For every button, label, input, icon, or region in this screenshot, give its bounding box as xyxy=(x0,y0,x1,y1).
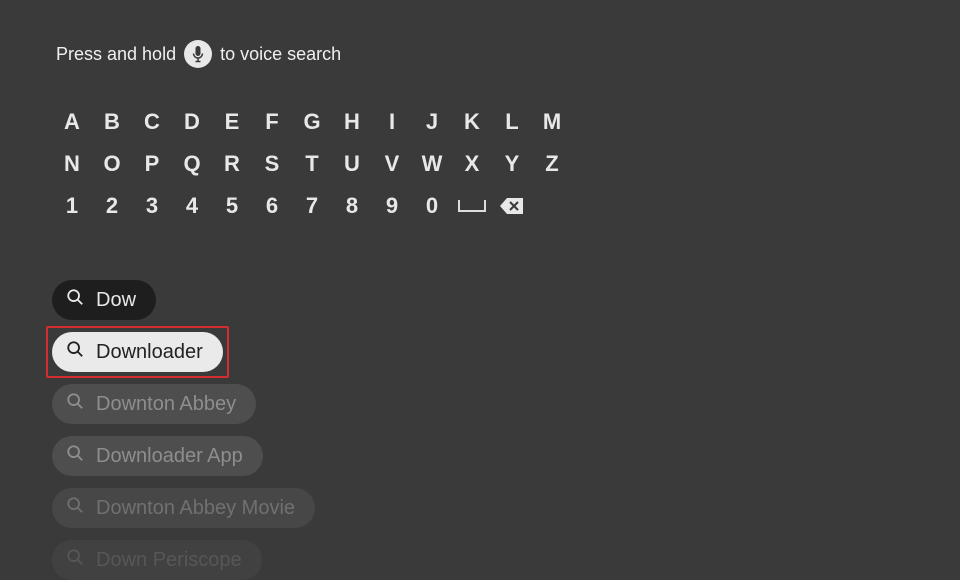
key-4[interactable]: 4 xyxy=(172,188,212,224)
search-query-typed[interactable]: Dow xyxy=(52,280,156,320)
key-b[interactable]: B xyxy=(92,104,132,140)
key-backspace[interactable] xyxy=(492,188,532,224)
voice-hint-suffix: to voice search xyxy=(220,44,341,65)
suggestion-item[interactable]: Down Periscope xyxy=(52,540,262,580)
suggestion-label: Downloader xyxy=(96,341,203,364)
key-m[interactable]: M xyxy=(532,104,572,140)
key-9[interactable]: 9 xyxy=(372,188,412,224)
key-j[interactable]: J xyxy=(412,104,452,140)
key-e[interactable]: E xyxy=(212,104,252,140)
key-space[interactable] xyxy=(452,188,492,224)
key-n[interactable]: N xyxy=(52,146,92,182)
key-q[interactable]: Q xyxy=(172,146,212,182)
search-icon xyxy=(66,548,84,572)
search-icon xyxy=(66,288,84,312)
suggestion-label: Downloader App xyxy=(96,445,243,468)
suggestion-item[interactable]: Downloader App xyxy=(52,436,263,476)
key-c[interactable]: C xyxy=(132,104,172,140)
key-0[interactable]: 0 xyxy=(412,188,452,224)
key-s[interactable]: S xyxy=(252,146,292,182)
key-g[interactable]: G xyxy=(292,104,332,140)
key-y[interactable]: Y xyxy=(492,146,532,182)
key-6[interactable]: 6 xyxy=(252,188,292,224)
keyboard-row-letters-2: NOPQRSTUVWXYZ xyxy=(52,146,960,182)
suggestion-label: Dow xyxy=(96,289,136,312)
microphone-icon xyxy=(184,40,212,68)
key-3[interactable]: 3 xyxy=(132,188,172,224)
key-t[interactable]: T xyxy=(292,146,332,182)
suggestion-label: Downton Abbey xyxy=(96,393,236,416)
keyboard-row-letters-1: ABCDEFGHIJKLM xyxy=(52,104,960,140)
key-o[interactable]: O xyxy=(92,146,132,182)
key-8[interactable]: 8 xyxy=(332,188,372,224)
keyboard-row-numbers: 1234567890 xyxy=(52,188,960,224)
key-a[interactable]: A xyxy=(52,104,92,140)
key-2[interactable]: 2 xyxy=(92,188,132,224)
suggestion-item[interactable]: Downton Abbey Movie xyxy=(52,488,315,528)
key-u[interactable]: U xyxy=(332,146,372,182)
search-icon xyxy=(66,392,84,416)
key-w[interactable]: W xyxy=(412,146,452,182)
search-icon xyxy=(66,340,84,364)
search-suggestions: Dow Downloader Downton Abbey Downloader App… xyxy=(0,230,960,580)
key-1[interactable]: 1 xyxy=(52,188,92,224)
key-h[interactable]: H xyxy=(332,104,372,140)
key-l[interactable]: L xyxy=(492,104,532,140)
suggestion-item[interactable]: Downloader xyxy=(52,332,223,372)
key-7[interactable]: 7 xyxy=(292,188,332,224)
search-icon xyxy=(66,496,84,520)
key-r[interactable]: R xyxy=(212,146,252,182)
key-f[interactable]: F xyxy=(252,104,292,140)
onscreen-keyboard: ABCDEFGHIJKLM NOPQRSTUVWXYZ 1234567890 xyxy=(0,68,960,224)
suggestion-label: Downton Abbey Movie xyxy=(96,497,295,520)
key-v[interactable]: V xyxy=(372,146,412,182)
key-x[interactable]: X xyxy=(452,146,492,182)
search-icon xyxy=(66,444,84,468)
voice-hint-prefix: Press and hold xyxy=(56,44,176,65)
key-z[interactable]: Z xyxy=(532,146,572,182)
key-i[interactable]: I xyxy=(372,104,412,140)
key-5[interactable]: 5 xyxy=(212,188,252,224)
voice-search-hint: Press and hold to voice search xyxy=(0,0,960,68)
suggestion-label: Down Periscope xyxy=(96,549,242,572)
key-k[interactable]: K xyxy=(452,104,492,140)
key-d[interactable]: D xyxy=(172,104,212,140)
key-p[interactable]: P xyxy=(132,146,172,182)
suggestion-item[interactable]: Downton Abbey xyxy=(52,384,256,424)
